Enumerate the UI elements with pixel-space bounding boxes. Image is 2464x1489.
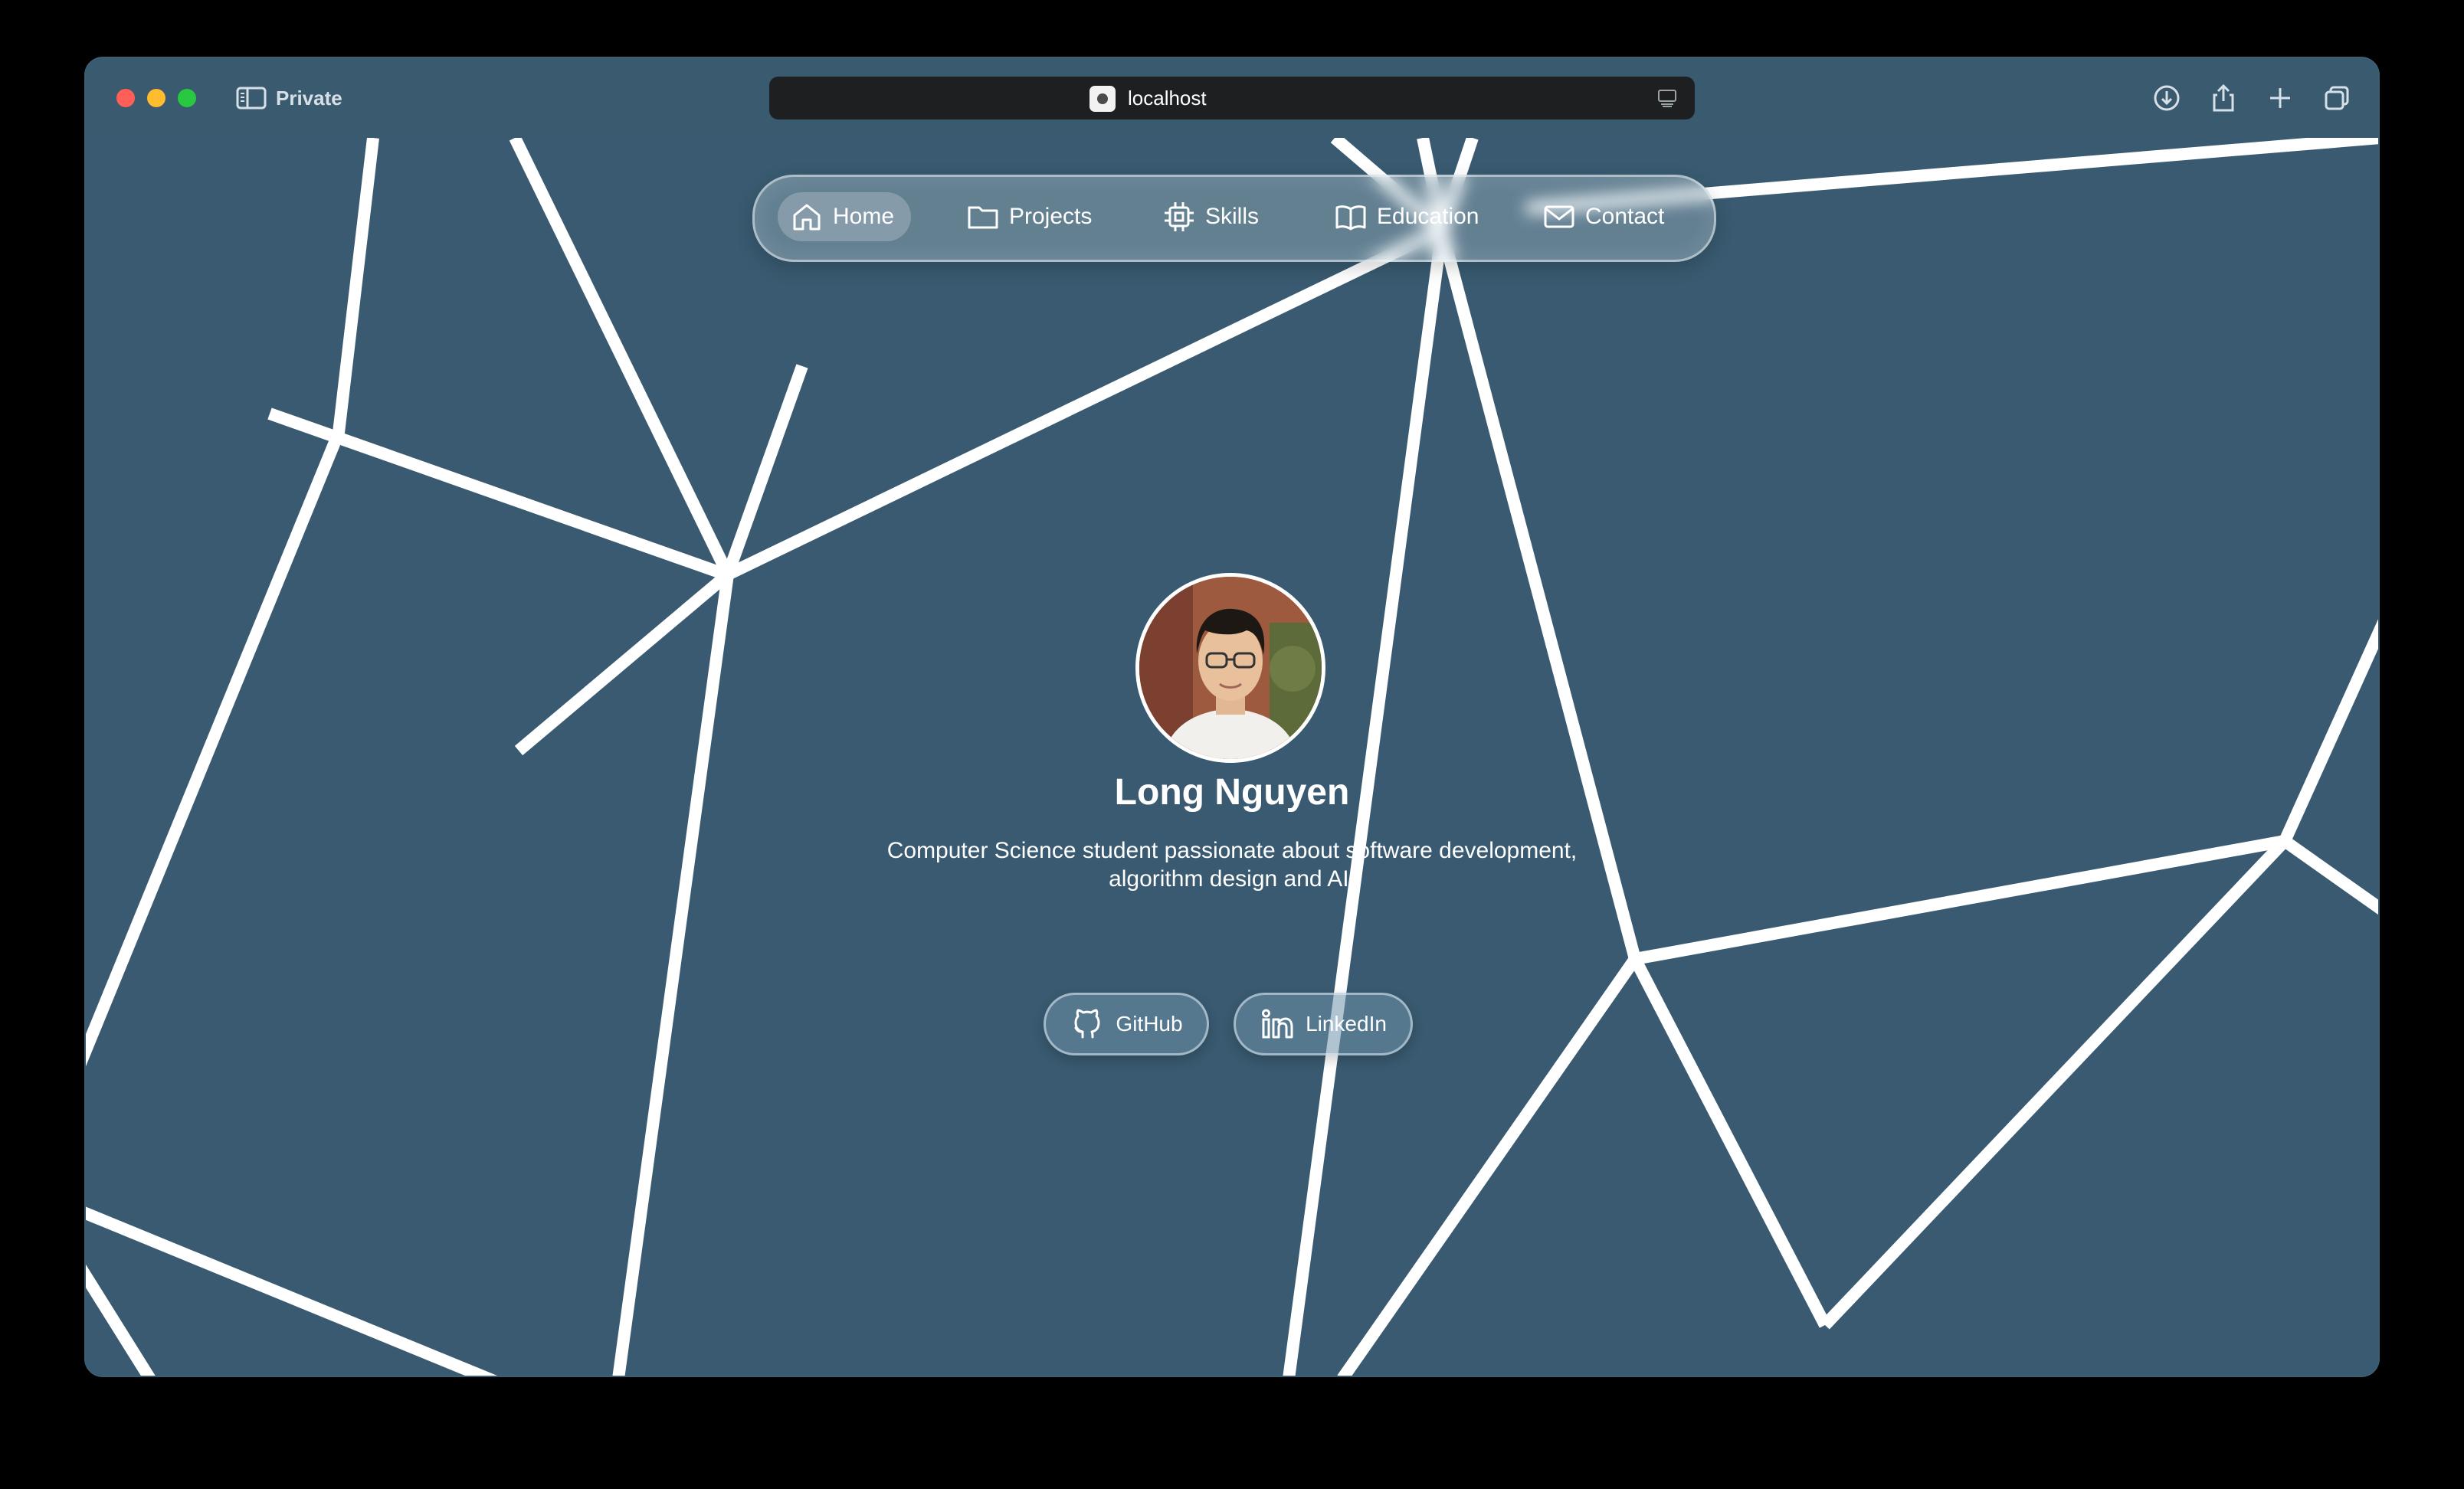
- chip-icon: [1165, 202, 1194, 231]
- profile-bio: Computer Science student passionate abou…: [886, 838, 1578, 892]
- download-icon[interactable]: [2148, 80, 2185, 116]
- github-button[interactable]: GitHub: [1044, 993, 1209, 1055]
- tab-overview-icon[interactable]: [2318, 80, 2355, 116]
- mail-icon: [1544, 205, 1574, 228]
- new-tab-icon[interactable]: [2262, 80, 2299, 116]
- sidebar-toggle-icon[interactable]: [236, 86, 267, 110]
- nav-projects[interactable]: Projects: [966, 192, 1092, 241]
- profile-name: Long Nguyen: [1114, 772, 1350, 813]
- url-text[interactable]: localhost: [1128, 83, 1207, 113]
- minimize-window-button[interactable]: [147, 89, 165, 107]
- folder-icon: [968, 206, 998, 229]
- nav-home[interactable]: Home: [778, 192, 912, 241]
- avatar: [1135, 573, 1325, 763]
- page-content: Home Projects Skills Education Contact L…: [86, 138, 2378, 1376]
- linkedin-icon: [1262, 1009, 1293, 1039]
- github-icon: [1074, 1009, 1100, 1039]
- nav-projects-label: Projects: [1009, 204, 1093, 229]
- linkedin-label: LinkedIn: [1306, 1012, 1387, 1036]
- address-bar[interactable]: localhost: [769, 77, 1695, 119]
- site-favicon-icon: [1089, 86, 1116, 112]
- main-navbar: Home Projects Skills Education Contact: [752, 175, 1716, 262]
- linkedin-button[interactable]: LinkedIn: [1234, 993, 1413, 1055]
- browser-window: Private localhost Home Projects Skills E…: [86, 58, 2378, 1376]
- profile-photo: [1139, 577, 1322, 759]
- nav-skills[interactable]: Skills: [1162, 192, 1259, 241]
- nav-education[interactable]: Education: [1334, 192, 1479, 241]
- nav-contact[interactable]: Contact: [1542, 192, 1664, 241]
- share-icon[interactable]: [2205, 80, 2242, 116]
- github-label: GitHub: [1116, 1012, 1183, 1036]
- browser-toolbar: Private localhost: [86, 58, 2378, 138]
- private-mode-label: Private: [276, 87, 342, 110]
- close-window-button[interactable]: [116, 89, 135, 107]
- reader-view-icon[interactable]: [1656, 87, 1678, 109]
- nav-home-label: Home: [833, 204, 895, 229]
- nav-education-label: Education: [1377, 204, 1479, 229]
- zoom-window-button[interactable]: [178, 89, 196, 107]
- book-icon: [1335, 205, 1366, 231]
- home-icon: [793, 204, 821, 231]
- nav-contact-label: Contact: [1585, 204, 1665, 229]
- nav-skills-label: Skills: [1205, 204, 1260, 229]
